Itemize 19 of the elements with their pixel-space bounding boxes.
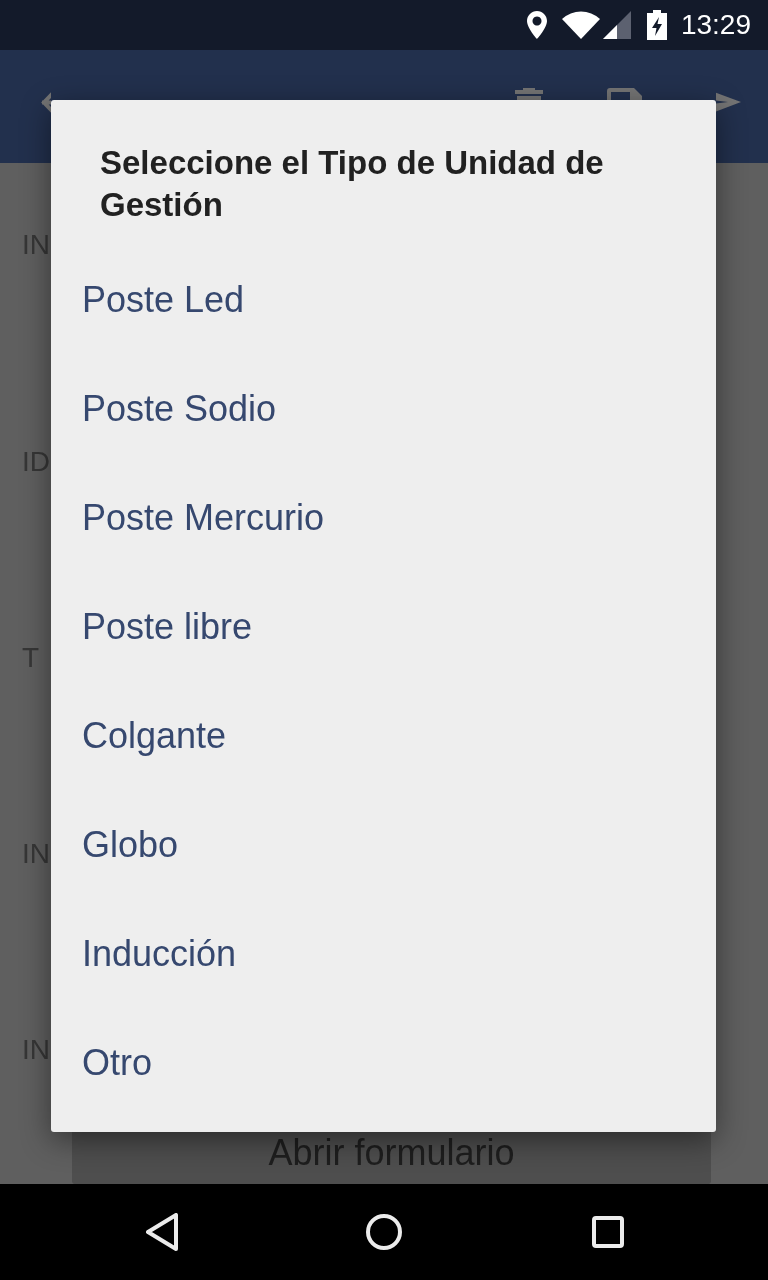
trash-icon[interactable] (515, 88, 543, 100)
battery-charging-icon (646, 10, 667, 40)
status-time: 13:29 (680, 9, 751, 41)
save-icon[interactable] (607, 88, 642, 100)
location-pin-icon (526, 11, 547, 39)
option-item[interactable]: Poste Led (51, 245, 716, 354)
option-item[interactable]: Poste libre (51, 572, 716, 681)
back-icon[interactable] (146, 1213, 178, 1251)
option-item[interactable]: Poste Sodio (51, 354, 716, 463)
option-item[interactable]: Poste Mercurio (51, 463, 716, 572)
wifi-icon (561, 11, 600, 39)
signal-icon (602, 11, 631, 39)
option-item[interactable]: Colgante (51, 681, 716, 790)
option-item[interactable]: Otro (51, 1008, 716, 1117)
dialog-title: Seleccione el Tipo de Unidad de Gestión (100, 143, 605, 225)
option-item[interactable]: Globo (51, 790, 716, 899)
home-icon[interactable] (366, 1214, 402, 1250)
option-item[interactable]: Inducción (51, 899, 716, 1008)
recent-apps-icon[interactable] (592, 1216, 624, 1248)
